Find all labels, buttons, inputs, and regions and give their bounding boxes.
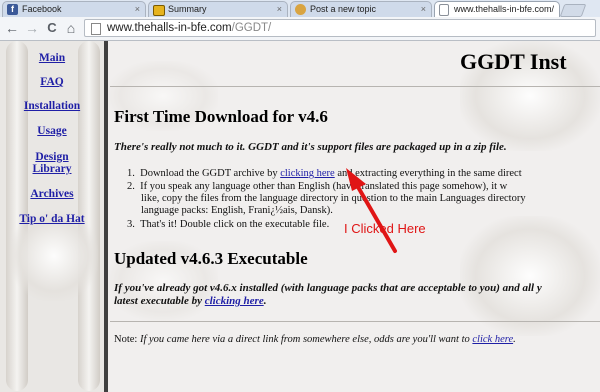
- note-link[interactable]: click here: [472, 334, 513, 345]
- step-text: That's it! Double click on the executabl…: [140, 219, 330, 230]
- forward-arrow-icon[interactable]: →: [24, 20, 40, 36]
- step-text: Download the GGDT archive by: [140, 168, 281, 179]
- url-domain: www.thehalls-in-bfe.com: [107, 22, 232, 34]
- tab-thehalls[interactable]: www.thehalls-in-bfe.com/: [434, 1, 560, 18]
- note-text: If you came here via a direct link from …: [139, 334, 473, 345]
- step-number: 3.: [127, 219, 135, 230]
- step-text: and extracting everything in the same di…: [334, 168, 522, 179]
- tab-strip: f Facebook × Summary × Post a new topic …: [0, 0, 600, 18]
- tab-label: www.thehalls-in-bfe.com/: [454, 4, 555, 14]
- web-page: Main FAQ Installation Usage Design Libra…: [0, 41, 600, 392]
- home-icon[interactable]: ⌂: [63, 20, 79, 36]
- forum-icon: [295, 4, 306, 15]
- sidebar-item-main[interactable]: Main: [0, 52, 104, 64]
- sidebar-item-usage[interactable]: Usage: [0, 125, 104, 137]
- note-text: .: [513, 334, 516, 345]
- executable-link[interactable]: clicking here: [205, 295, 264, 307]
- download-link[interactable]: clicking here: [280, 168, 335, 179]
- step-2-line-2: like, copy the files from the language d…: [141, 193, 526, 204]
- sidebar-item-archives[interactable]: Archives: [0, 188, 104, 200]
- step-text: have translated this page somehow), it w: [336, 181, 508, 192]
- tab-label: Summary: [168, 4, 207, 14]
- tab-facebook[interactable]: f Facebook ×: [2, 1, 146, 17]
- page-icon: [439, 4, 449, 16]
- decorative-glow: [460, 216, 600, 336]
- page-title: GGDT Inst: [460, 49, 567, 74]
- tab-post-new-topic[interactable]: Post a new topic ×: [290, 1, 432, 17]
- section-heading-updated: Updated v4.6.3 Executable: [114, 249, 308, 268]
- sidebar-item-installation[interactable]: Installation: [0, 100, 104, 112]
- sidebar-item-design-library[interactable]: Design Library: [17, 151, 87, 175]
- reload-icon[interactable]: C: [44, 20, 60, 36]
- step-number: 1.: [127, 168, 135, 179]
- update-text: latest executable by: [114, 295, 205, 307]
- sidebar: Main FAQ Installation Usage Design Libra…: [0, 41, 104, 392]
- step-3: 3. That's it! Double click on the execut…: [127, 219, 329, 230]
- annotation-label: I Clicked Here: [344, 221, 426, 236]
- tab-label: Post a new topic: [310, 4, 377, 14]
- close-icon[interactable]: ×: [277, 2, 282, 17]
- sidebar-item-tip-o-da-hat[interactable]: Tip o' da Hat: [0, 213, 104, 225]
- note-label: Note:: [114, 334, 140, 345]
- step-text: If you speak any language other than Eng…: [140, 181, 337, 192]
- step-2: 2. If you speak any language other than …: [127, 181, 507, 192]
- tab-summary[interactable]: Summary ×: [148, 1, 288, 17]
- back-arrow-icon[interactable]: ←: [4, 20, 20, 36]
- section-update-line-2: latest executable by clicking here.: [114, 295, 266, 307]
- step-1: 1. Download the GGDT archive by clicking…: [127, 168, 522, 179]
- page-icon: [91, 23, 101, 35]
- step-2-line-3: language packs: English, Frani¿½ais, Dan…: [141, 205, 333, 216]
- section-update-line-1: If you've already got v4.6.x installed (…: [114, 282, 542, 294]
- step-number: 2.: [127, 181, 135, 192]
- note: Note: If you came here via a direct link…: [114, 334, 516, 345]
- address-bar[interactable]: www.thehalls-in-bfe.com/GGDT/: [84, 19, 596, 37]
- briefcase-icon: [153, 5, 165, 16]
- close-icon[interactable]: ×: [135, 2, 140, 17]
- section-intro: There's really not much to it. GGDT and …: [114, 141, 507, 153]
- divider: [110, 321, 600, 322]
- tab-label: Facebook: [22, 4, 62, 14]
- divider: [110, 86, 600, 87]
- url-path: /GGDT/: [231, 22, 272, 34]
- close-icon[interactable]: ×: [421, 2, 426, 17]
- update-text: .: [263, 295, 267, 307]
- section-heading-first-time: First Time Download for v4.6: [114, 107, 328, 126]
- sidebar-item-faq[interactable]: FAQ: [0, 76, 104, 88]
- browser-toolbar: ← → C ⌂ www.thehalls-in-bfe.com/GGDT/: [0, 17, 600, 41]
- facebook-icon: f: [7, 4, 18, 15]
- url-text: www.thehalls-in-bfe.com/GGDT/: [107, 21, 271, 36]
- new-tab-button[interactable]: [559, 4, 587, 17]
